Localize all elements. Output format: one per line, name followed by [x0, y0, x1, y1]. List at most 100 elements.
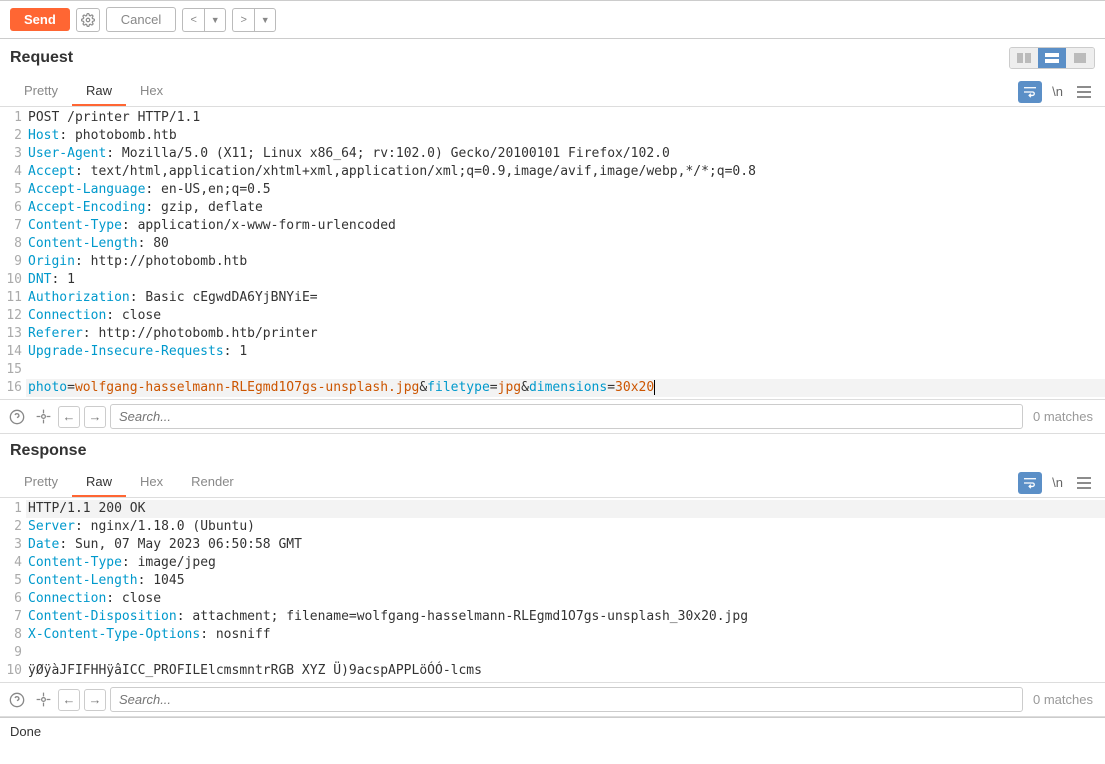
editor-line: 6Connection: close — [0, 590, 1105, 608]
status-bar: Done — [0, 717, 1105, 745]
line-number: 8 — [0, 235, 26, 253]
code-line[interactable]: Accept-Encoding: gzip, deflate — [26, 199, 1105, 217]
tab-pretty[interactable]: Pretty — [10, 77, 72, 106]
line-number: 3 — [0, 145, 26, 163]
gear-icon — [36, 692, 51, 707]
request-search-input[interactable] — [110, 404, 1023, 429]
tab-raw-resp[interactable]: Raw — [72, 468, 126, 497]
code-line[interactable]: Content-Disposition: attachment; filenam… — [26, 608, 1105, 626]
tab-pretty-resp[interactable]: Pretty — [10, 468, 72, 497]
line-number: 9 — [0, 253, 26, 271]
tab-render-resp[interactable]: Render — [177, 468, 248, 497]
editor-line: 5Content-Length: 1045 — [0, 572, 1105, 590]
code-line[interactable]: DNT: 1 — [26, 271, 1105, 289]
request-match-count: 0 matches — [1027, 409, 1099, 424]
code-line[interactable] — [26, 644, 1105, 662]
wrap-toggle-resp[interactable] — [1018, 472, 1042, 494]
code-line[interactable]: Content-Type: application/x-www-form-url… — [26, 217, 1105, 235]
code-line[interactable]: Connection: close — [26, 590, 1105, 608]
editor-line: 16photo=wolfgang-hasselmann-RLEgmd1O7gs-… — [0, 379, 1105, 397]
line-number: 7 — [0, 608, 26, 626]
editor-line: 13Referer: http://photobomb.htb/printer — [0, 325, 1105, 343]
code-line[interactable]: POST /printer HTTP/1.1 — [26, 109, 1105, 127]
response-editor[interactable]: 1HTTP/1.1 200 OK2Server: nginx/1.18.0 (U… — [0, 498, 1105, 682]
view-stack-btn[interactable] — [1038, 48, 1066, 68]
next-nav-group: > ▼ — [232, 8, 276, 32]
hamburger-icon — [1077, 477, 1091, 489]
editor-line: 9Origin: http://photobomb.htb — [0, 253, 1105, 271]
line-number: 6 — [0, 590, 26, 608]
wrap-icon — [1023, 477, 1037, 489]
line-number: 10 — [0, 271, 26, 289]
view-split-btn[interactable] — [1010, 48, 1038, 68]
code-line[interactable]: Accept: text/html,application/xhtml+xml,… — [26, 163, 1105, 181]
code-line[interactable]: X-Content-Type-Options: nosniff — [26, 626, 1105, 644]
tab-hex-resp[interactable]: Hex — [126, 468, 177, 497]
request-header: Request — [0, 39, 1105, 77]
code-line[interactable]: Connection: close — [26, 307, 1105, 325]
code-line[interactable]: Server: nginx/1.18.0 (Ubuntu) — [26, 518, 1105, 536]
request-tabs: Pretty Raw Hex \n — [0, 77, 1105, 107]
search-settings-resp[interactable] — [32, 689, 54, 711]
request-editor[interactable]: 1POST /printer HTTP/1.12Host: photobomb.… — [0, 107, 1105, 399]
code-line[interactable]: ÿØÿàJFIFHHÿâICC_PROFILElcmsmntrRGB XYZ Ü… — [26, 662, 1105, 680]
search-prev[interactable]: ← — [58, 406, 80, 428]
editor-line: 9 — [0, 644, 1105, 662]
response-menu[interactable] — [1073, 475, 1095, 491]
cancel-button[interactable]: Cancel — [106, 7, 176, 32]
square-icon — [1074, 53, 1086, 63]
search-settings[interactable] — [32, 406, 54, 428]
response-match-count: 0 matches — [1027, 692, 1099, 707]
editor-line: 11Authorization: Basic cEgwdDA6YjBNYiE= — [0, 289, 1105, 307]
code-line[interactable]: Upgrade-Insecure-Requests: 1 — [26, 343, 1105, 361]
next-dropdown[interactable]: ▼ — [254, 8, 276, 32]
search-next[interactable]: → — [84, 406, 106, 428]
code-line[interactable]: HTTP/1.1 200 OK — [26, 500, 1105, 518]
line-number: 9 — [0, 644, 26, 662]
editor-line: 3Date: Sun, 07 May 2023 06:50:58 GMT — [0, 536, 1105, 554]
code-line[interactable]: photo=wolfgang-hasselmann-RLEgmd1O7gs-un… — [26, 379, 1105, 397]
search-help[interactable] — [6, 406, 28, 428]
settings-button[interactable] — [76, 8, 100, 32]
editor-line: 12Connection: close — [0, 307, 1105, 325]
code-line[interactable] — [26, 361, 1105, 379]
view-single-btn[interactable] — [1066, 48, 1094, 68]
next-button[interactable]: > — [232, 8, 254, 32]
code-line[interactable]: Authorization: Basic cEgwdDA6YjBNYiE= — [26, 289, 1105, 307]
editor-line: 8Content-Length: 80 — [0, 235, 1105, 253]
search-help-resp[interactable] — [6, 689, 28, 711]
send-button[interactable]: Send — [10, 8, 70, 31]
columns-icon — [1017, 53, 1031, 63]
tab-raw[interactable]: Raw — [72, 77, 126, 106]
newline-toggle[interactable]: \n — [1048, 82, 1067, 101]
code-line[interactable]: Content-Type: image/jpeg — [26, 554, 1105, 572]
code-line[interactable]: Host: photobomb.htb — [26, 127, 1105, 145]
editor-line: 14Upgrade-Insecure-Requests: 1 — [0, 343, 1105, 361]
editor-line: 3User-Agent: Mozilla/5.0 (X11; Linux x86… — [0, 145, 1105, 163]
editor-line: 7Content-Disposition: attachment; filena… — [0, 608, 1105, 626]
search-next-resp[interactable]: → — [84, 689, 106, 711]
code-line[interactable]: User-Agent: Mozilla/5.0 (X11; Linux x86_… — [26, 145, 1105, 163]
line-number: 14 — [0, 343, 26, 361]
search-prev-resp[interactable]: ← — [58, 689, 80, 711]
code-line[interactable]: Referer: http://photobomb.htb/printer — [26, 325, 1105, 343]
code-line[interactable]: Origin: http://photobomb.htb — [26, 253, 1105, 271]
response-search-input[interactable] — [110, 687, 1023, 712]
rows-icon — [1045, 53, 1059, 63]
prev-button[interactable]: < — [182, 8, 204, 32]
wrap-toggle[interactable] — [1018, 81, 1042, 103]
request-menu[interactable] — [1073, 84, 1095, 100]
editor-line: 10DNT: 1 — [0, 271, 1105, 289]
tab-hex[interactable]: Hex — [126, 77, 177, 106]
line-number: 1 — [0, 500, 26, 518]
code-line[interactable]: Content-Length: 80 — [26, 235, 1105, 253]
code-line[interactable]: Content-Length: 1045 — [26, 572, 1105, 590]
editor-line: 1HTTP/1.1 200 OK — [0, 500, 1105, 518]
gear-icon — [36, 409, 51, 424]
newline-toggle-resp[interactable]: \n — [1048, 473, 1067, 492]
code-line[interactable]: Date: Sun, 07 May 2023 06:50:58 GMT — [26, 536, 1105, 554]
code-line[interactable]: Accept-Language: en-US,en;q=0.5 — [26, 181, 1105, 199]
hamburger-icon — [1077, 86, 1091, 98]
prev-dropdown[interactable]: ▼ — [204, 8, 226, 32]
request-title: Request — [10, 49, 73, 67]
